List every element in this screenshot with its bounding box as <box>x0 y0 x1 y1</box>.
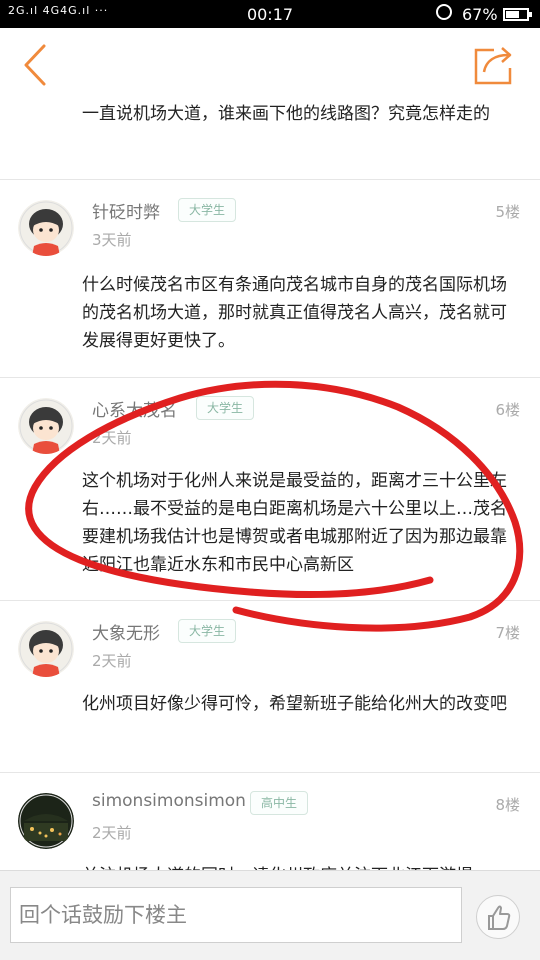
thumbs-up-icon[interactable] <box>476 895 520 939</box>
username[interactable]: 针砭时弊 <box>92 198 160 223</box>
username[interactable]: 心系大茂名 <box>92 396 177 421</box>
comment-item[interactable]: simonsimonsimon 高中生 8楼 2天前 关注机场大道的同时，请化州… <box>0 773 540 870</box>
share-icon[interactable] <box>470 44 518 86</box>
post-body: 一直说机场大道，谁来画下他的线路图？究竟怎样走的 <box>0 102 540 180</box>
user-badge: 高中生 <box>250 791 309 815</box>
user-badge: 大学生 <box>178 619 237 643</box>
floor-number: 7楼 <box>495 624 520 642</box>
comment-time: 2天前 <box>92 652 132 670</box>
comment-text: 关注机场大道的同时，请化州政府关注下北江下游堤 <box>82 862 522 870</box>
comment-text: 化州项目好像少得可怜，希望新班子能给化州大的改变吧 <box>82 694 507 714</box>
reply-bar: 回个话鼓励下楼主 <box>0 870 540 960</box>
floor-number: 6楼 <box>495 401 520 419</box>
floor-number: 8楼 <box>495 796 520 814</box>
comment-text: 这个机场对于化州人来说是最受益的，距离才三十公里左右……最不受益的是电白距离机场… <box>82 471 507 575</box>
alarm-icon <box>436 4 452 20</box>
comment-text: 什么时候茂名市区有条通向茂名城市自身的茂名国际机场的茂名机场大道，那时就真正值得… <box>82 275 507 351</box>
comment-list[interactable]: 一直说机场大道，谁来画下他的线路图？究竟怎样走的 针砭时弊 大学生 5楼 3天前… <box>0 102 540 870</box>
avatar[interactable] <box>18 621 74 677</box>
reply-input[interactable]: 回个话鼓励下楼主 <box>10 887 462 943</box>
comment-item[interactable]: 心系大茂名 大学生 6楼 2天前 这个机场对于化州人来说是最受益的，距离才三十公… <box>0 378 540 601</box>
comment-item[interactable]: 大象无形 大学生 7楼 2天前 化州项目好像少得可怜，希望新班子能给化州大的改变… <box>0 601 540 773</box>
comment-time: 3天前 <box>92 231 132 249</box>
comment-time: 2天前 <box>92 824 132 842</box>
post-text: 一直说机场大道，谁来画下他的线路图？究竟怎样走的 <box>82 104 490 124</box>
status-bar: 2G.ıl 4G4G.ıl ··· 00:17 67% <box>0 0 540 28</box>
nav-bar <box>0 28 540 102</box>
username[interactable]: simonsimonsimon <box>92 791 246 811</box>
battery-percent: 67% <box>462 5 498 24</box>
user-badge: 大学生 <box>196 396 255 420</box>
floor-number: 5楼 <box>495 203 520 221</box>
back-arrow-icon[interactable] <box>18 42 58 88</box>
user-badge: 大学生 <box>178 198 237 222</box>
avatar[interactable] <box>18 398 74 454</box>
battery-icon <box>503 8 532 21</box>
avatar[interactable] <box>18 793 74 849</box>
battery-fill <box>506 11 520 18</box>
status-time: 00:17 <box>246 5 294 24</box>
avatar[interactable] <box>18 200 74 256</box>
comment-item[interactable]: 针砭时弊 大学生 5楼 3天前 什么时候茂名市区有条通向茂名城市自身的茂名国际机… <box>0 180 540 378</box>
comment-time: 2天前 <box>92 429 132 447</box>
username[interactable]: 大象无形 <box>92 619 160 644</box>
